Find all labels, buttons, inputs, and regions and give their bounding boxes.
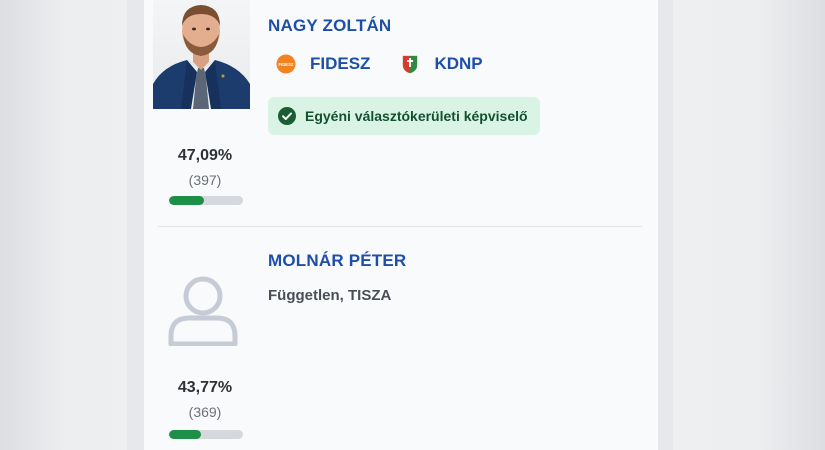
results-card: NAGY ZOLTÁN FIDESZ FIDESZ KDNP Egyéni vá…	[144, 0, 658, 450]
vote-count: (397)	[188, 172, 222, 188]
fidesz-logo-text: FIDESZ	[279, 62, 294, 67]
vote-progress-bar	[169, 430, 243, 439]
fidesz-logo-icon: FIDESZ	[276, 54, 296, 74]
candidate-name[interactable]: NAGY ZOLTÁN	[268, 16, 391, 36]
kdnp-shield-icon	[400, 54, 420, 74]
candidate-row: NAGY ZOLTÁN FIDESZ FIDESZ KDNP Egyéni vá…	[144, 0, 658, 226]
candidate-affiliation: Független, TISZA	[268, 287, 392, 304]
candidate-photo	[153, 0, 250, 109]
vote-percentage: 47,09%	[177, 147, 233, 164]
vote-progress-fill	[169, 196, 204, 205]
candidate-portrait-image	[153, 0, 250, 109]
screen-background: NAGY ZOLTÁN FIDESZ FIDESZ KDNP Egyéni vá…	[0, 0, 825, 450]
check-circle-icon	[278, 107, 296, 125]
party-fidesz: FIDESZ FIDESZ	[276, 54, 370, 74]
candidate-name[interactable]: MOLNÁR PÉTER	[268, 251, 406, 271]
party-list: FIDESZ FIDESZ KDNP	[276, 52, 513, 76]
party-kdnp: KDNP	[400, 54, 483, 74]
vote-progress-bar	[169, 196, 243, 205]
candidate-row: MOLNÁR PÉTER Független, TISZA 43,77% (36…	[144, 227, 658, 450]
party-name: KDNP	[434, 54, 483, 73]
party-name: FIDESZ	[310, 54, 371, 73]
elected-status-badge: Egyéni választókerületi képviselő	[268, 97, 540, 135]
vote-count: (369)	[188, 404, 222, 420]
user-placeholder-icon	[168, 276, 238, 346]
vote-percentage: 43,77%	[177, 379, 233, 396]
elected-status-label: Egyéni választókerületi képviselő	[305, 108, 528, 124]
vote-progress-fill	[169, 430, 202, 439]
